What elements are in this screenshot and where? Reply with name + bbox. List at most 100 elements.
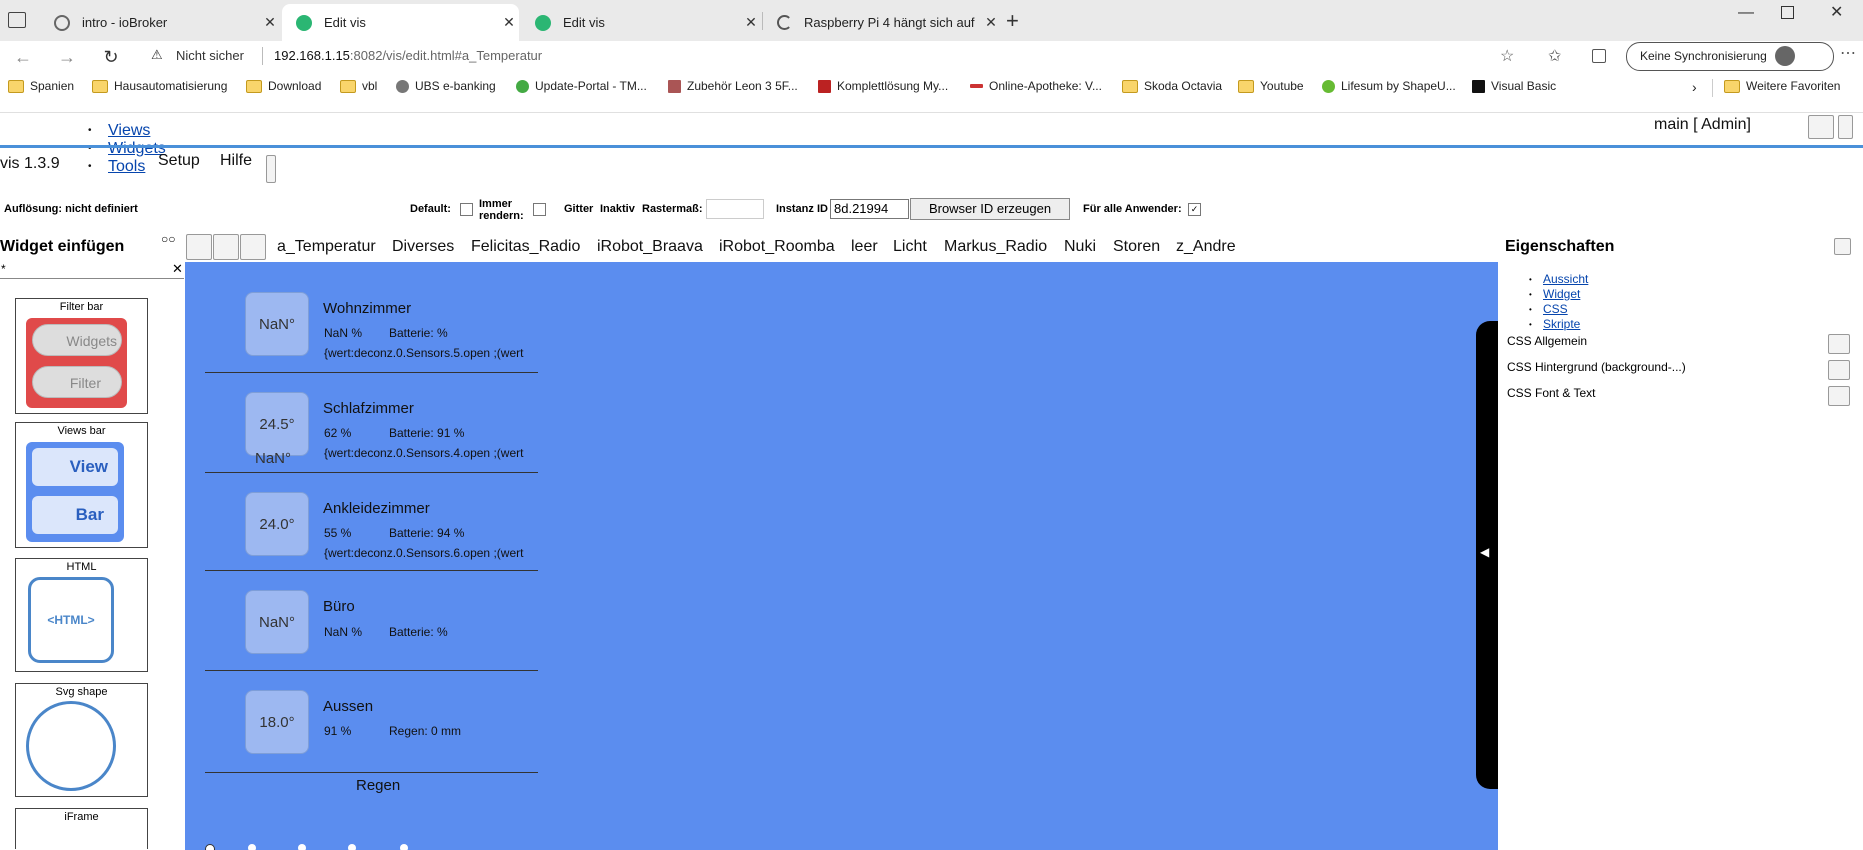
radio-dot[interactable] xyxy=(348,844,356,850)
bookmark-item[interactable]: Spanien xyxy=(8,79,74,93)
view-tab-storen[interactable]: Storen xyxy=(1113,238,1160,256)
chevron-right-icon[interactable]: › xyxy=(1692,79,1697,95)
instance-input[interactable]: 8d.21994 xyxy=(830,199,909,219)
css-font-section[interactable]: CSS Font & Text xyxy=(1507,386,1595,400)
menu-setup[interactable]: Setup xyxy=(158,152,200,170)
minimize-button[interactable]: — xyxy=(1738,4,1754,22)
bookmark-item[interactable]: Zubehör Leon 3 5F... xyxy=(668,79,798,93)
prop-tab-aussicht[interactable]: Aussicht xyxy=(1543,272,1588,287)
menu-views[interactable]: Views xyxy=(108,122,150,140)
bookmark-item[interactable]: Komplettlösung My... xyxy=(818,79,948,93)
prop-tab-widget[interactable]: Widget xyxy=(1543,287,1580,302)
menu-toggle-button[interactable] xyxy=(266,155,276,183)
view-tab-irobot-roomba[interactable]: iRobot_Roomba xyxy=(719,238,835,256)
widget-html[interactable]: HTML <HTML> xyxy=(15,558,148,672)
browser-id-button[interactable]: Browser ID erzeugen xyxy=(910,198,1070,220)
temperature-tile[interactable]: 24.0° xyxy=(245,492,309,556)
section-toggle-button[interactable] xyxy=(1828,334,1850,354)
sync-button[interactable]: Keine Synchronisierung xyxy=(1626,42,1834,71)
all-users-checkbox[interactable]: ✓ xyxy=(1188,203,1201,216)
widget-svg-shape[interactable]: Svg shape xyxy=(15,683,148,797)
bookmark-item[interactable]: Online-Apotheke: V... xyxy=(970,79,1102,93)
view-tab-nuki[interactable]: Nuki xyxy=(1064,238,1096,256)
close-icon[interactable]: ✕ xyxy=(981,14,1001,31)
always-render-checkbox[interactable] xyxy=(533,203,546,216)
view-tab-diverses[interactable]: Diverses xyxy=(392,238,454,256)
menu-tools[interactable]: Tools xyxy=(108,158,145,176)
widget-views-bar[interactable]: Views bar View Bar xyxy=(15,422,148,548)
radio-dot[interactable] xyxy=(248,844,256,850)
widget-iframe[interactable]: iFrame xyxy=(15,808,148,849)
grid-size-input[interactable] xyxy=(706,199,764,219)
forward-button[interactable]: → xyxy=(52,42,82,72)
view-delete-button[interactable] xyxy=(240,234,266,260)
tab-iobroker[interactable]: intro - ioBroker ✕ xyxy=(40,4,280,41)
filter-input[interactable]: * ✕ xyxy=(0,261,184,279)
bookmark-item[interactable]: UBS e-banking xyxy=(396,79,496,93)
panel-toggle-button[interactable] xyxy=(1834,238,1851,255)
close-icon[interactable]: ✕ xyxy=(499,14,519,31)
maximize-button[interactable] xyxy=(1781,6,1794,19)
security-label[interactable]: Nicht sicher xyxy=(176,48,244,63)
bookmark-item[interactable]: Youtube xyxy=(1238,79,1304,93)
new-tab-button[interactable]: + xyxy=(1006,8,1019,34)
view-new-button[interactable] xyxy=(186,234,212,260)
sync-label: Keine Synchronisierung xyxy=(1640,49,1767,63)
back-button[interactable]: ← xyxy=(8,42,38,72)
other-favorites[interactable]: Weitere Favoriten xyxy=(1724,79,1840,93)
view-canvas[interactable]: NaN° Wohnzimmer NaN % Batterie: % {wert:… xyxy=(185,262,1498,850)
prop-tab-css[interactable]: CSS xyxy=(1543,302,1568,317)
close-icon[interactable]: ✕ xyxy=(260,14,280,31)
radio-dot[interactable] xyxy=(298,844,306,850)
collections-icon[interactable] xyxy=(1592,49,1606,63)
section-toggle-button[interactable] xyxy=(1828,386,1850,406)
toggle-icon[interactable]: ○○ xyxy=(161,232,176,246)
prop-tab-skripte[interactable]: Skripte xyxy=(1543,317,1580,332)
temperature-tile[interactable]: NaN° xyxy=(245,292,309,356)
bookmark-item[interactable]: Download xyxy=(246,79,321,93)
menu-hilfe[interactable]: Hilfe xyxy=(220,152,252,170)
more-menu-icon[interactable]: ⋯ xyxy=(1840,43,1856,63)
default-checkbox[interactable] xyxy=(460,203,473,216)
bookmark-item[interactable]: vbl xyxy=(340,79,377,93)
radio-dot[interactable] xyxy=(205,844,215,850)
bookmark-item[interactable]: Update-Portal - TM... xyxy=(516,79,647,93)
side-drawer-handle[interactable]: ◀ xyxy=(1476,321,1498,789)
properties-panel: Eigenschaften • Aussicht • Widget • CSS • Sk… xyxy=(1498,230,1863,850)
layout-button[interactable] xyxy=(1838,115,1853,139)
view-tab-licht[interactable]: Licht xyxy=(893,238,927,256)
favorites-icon[interactable]: ✩ xyxy=(1548,46,1561,66)
reload-button[interactable]: ↻ xyxy=(96,42,126,72)
close-icon[interactable]: ✕ xyxy=(741,14,761,31)
view-tab-z-andre[interactable]: z_Andre xyxy=(1176,238,1236,256)
view-tab-leer[interactable]: leer xyxy=(851,238,878,256)
temperature-tile[interactable]: 18.0° xyxy=(245,690,309,754)
tab-edit-vis[interactable]: Edit vis ✕ xyxy=(521,4,761,41)
view-tab-felicitas-radio[interactable]: Felicitas_Radio xyxy=(471,238,580,256)
section-toggle-button[interactable] xyxy=(1828,360,1850,380)
fullscreen-button[interactable] xyxy=(1808,115,1834,139)
css-background-section[interactable]: CSS Hintergrund (background-...) xyxy=(1507,360,1686,374)
bookmark-item[interactable]: Skoda Octavia xyxy=(1122,79,1222,93)
radio-dot[interactable] xyxy=(400,844,408,850)
battery-value: Batterie: 94 % xyxy=(389,526,465,540)
css-general-section[interactable]: CSS Allgemein xyxy=(1507,334,1587,348)
view-copy-button[interactable] xyxy=(213,234,239,260)
grid-value[interactable]: Inaktiv xyxy=(600,203,635,215)
window-close-button[interactable]: ✕ xyxy=(1830,2,1843,22)
view-tab-irobot-braava[interactable]: iRobot_Braava xyxy=(597,238,703,256)
tab-actions-icon[interactable] xyxy=(8,12,26,28)
clear-filter-icon[interactable]: ✕ xyxy=(172,261,183,277)
add-favorite-icon[interactable]: ☆ xyxy=(1500,46,1514,66)
temperature-tile[interactable]: NaN° xyxy=(245,590,309,654)
bookmark-item[interactable]: Hausautomatisierung xyxy=(92,79,227,93)
tab-raspberry[interactable]: Raspberry Pi 4 hängt sich auf ✕ xyxy=(763,4,1001,41)
view-tab-markus-radio[interactable]: Markus_Radio xyxy=(944,238,1047,256)
bookmark-item[interactable]: Lifesum by ShapeU... xyxy=(1322,79,1456,93)
widget-filter-bar[interactable]: Filter bar Widgets Filter xyxy=(15,298,148,414)
tab-edit-vis-active[interactable]: Edit vis ✕ xyxy=(282,4,519,41)
view-tab-a-temperatur[interactable]: a_Temperatur xyxy=(277,238,376,256)
temperature-tile[interactable]: 24.5° xyxy=(245,392,309,456)
address-bar[interactable]: 192.168.1.15:8082/vis/edit.html#a_Temper… xyxy=(274,48,542,63)
bookmark-item[interactable]: Visual Basic xyxy=(1472,79,1556,93)
